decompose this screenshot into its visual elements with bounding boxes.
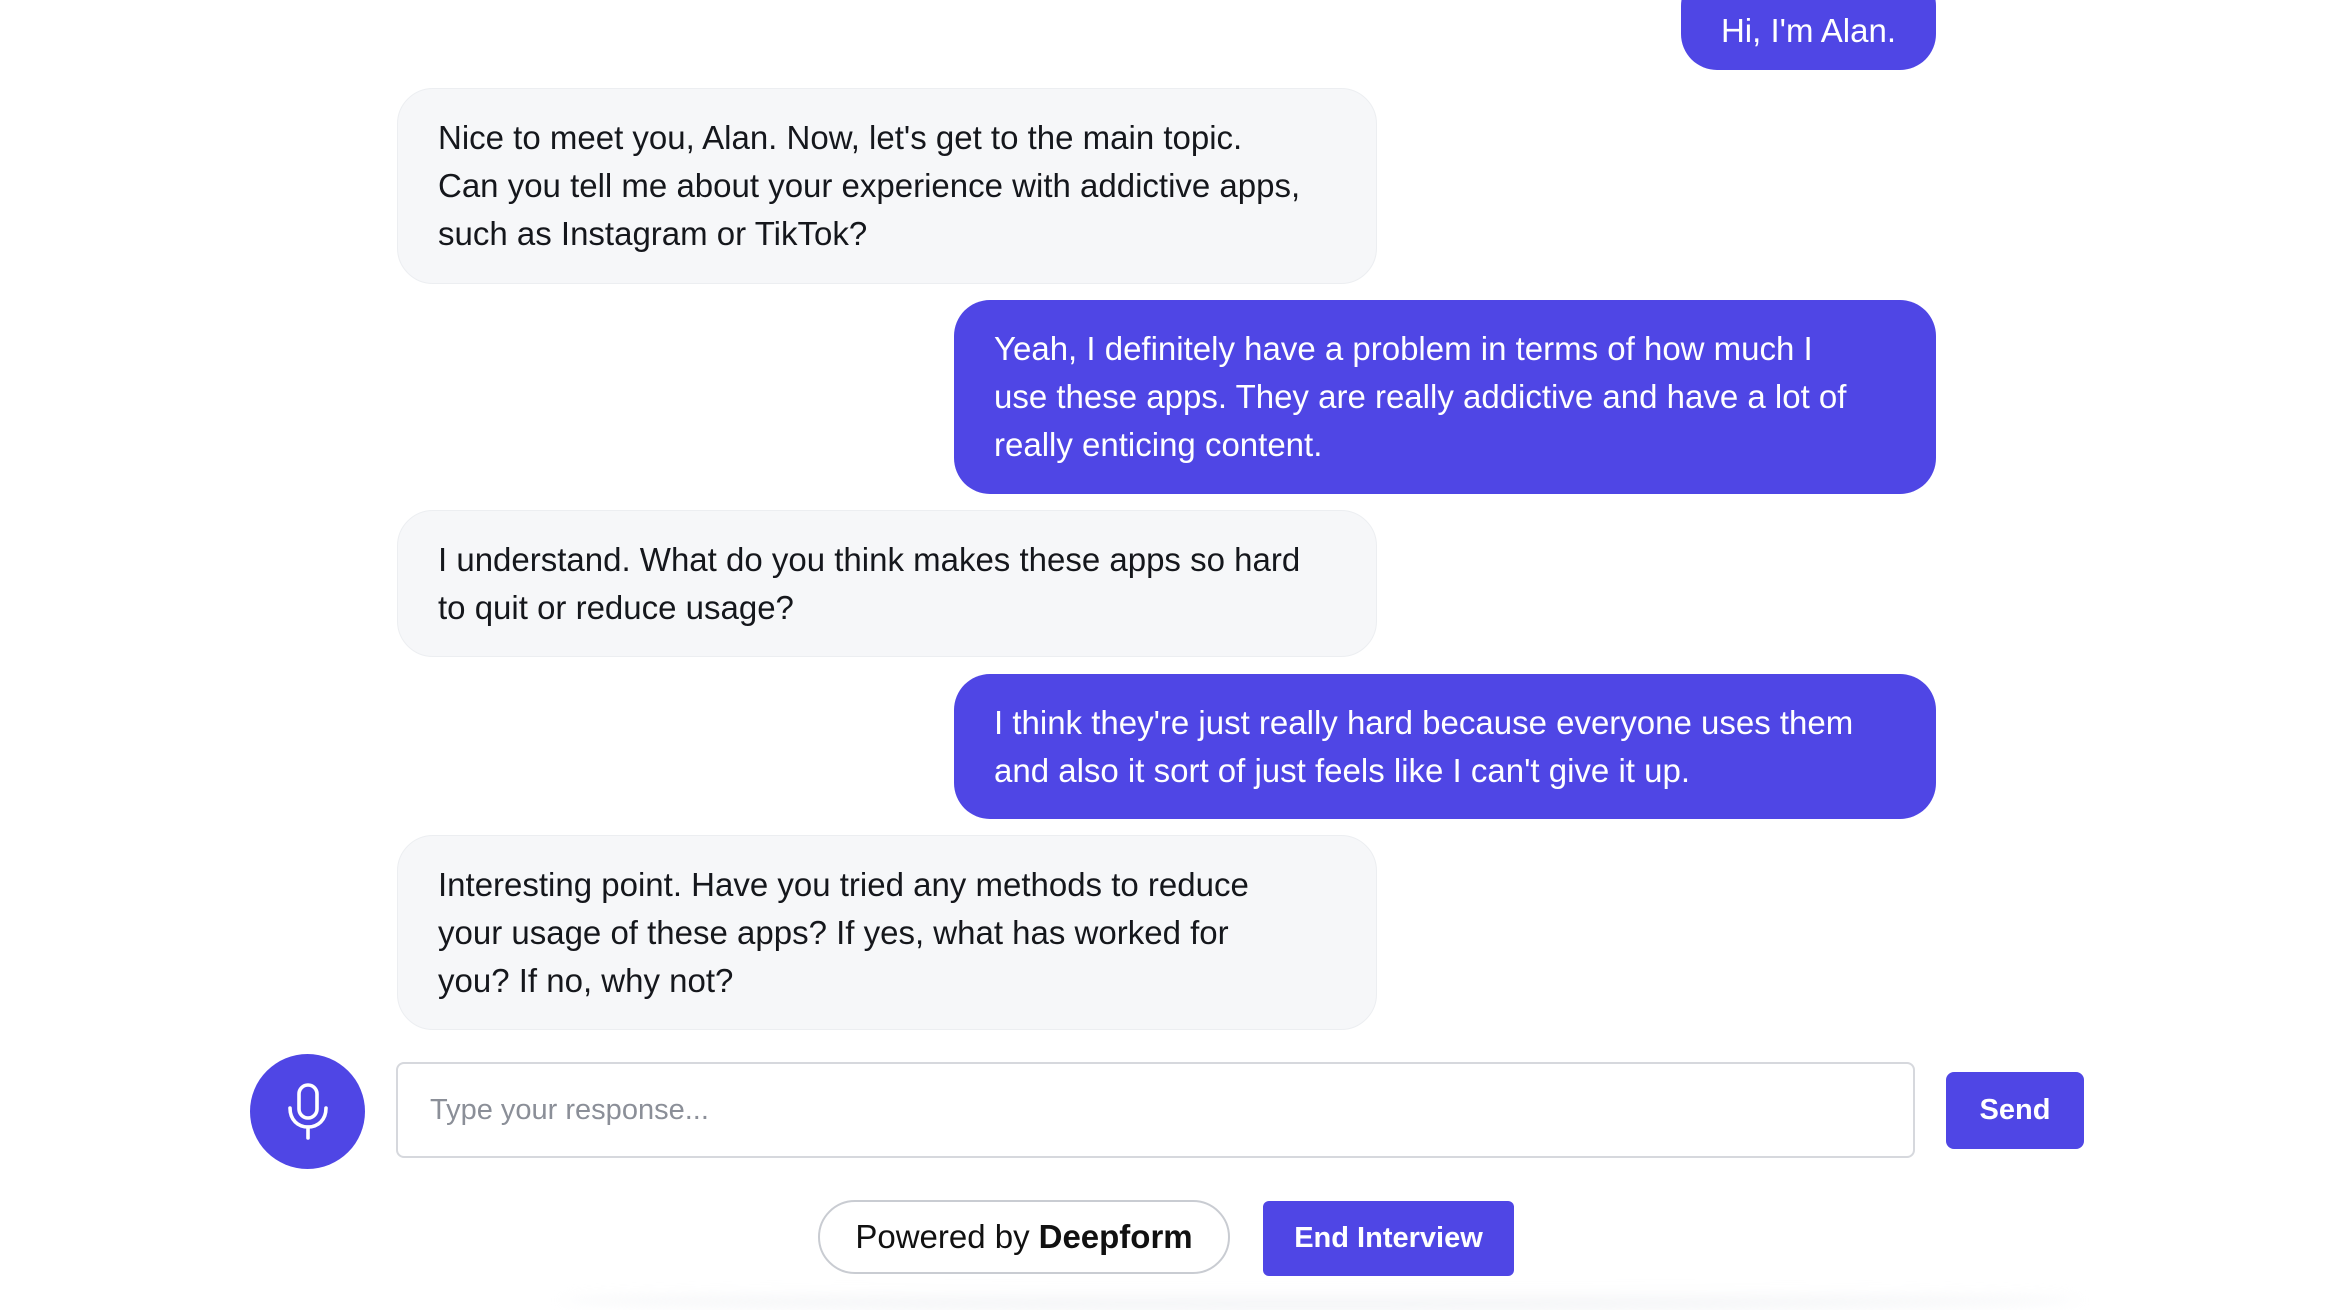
- message-line: Yeah, I definitely have a problem in ter…: [994, 330, 1813, 367]
- message-line: I understand. What do you think makes th…: [438, 540, 1301, 578]
- user-message: I think they're just really hard because…: [954, 674, 1936, 819]
- bot-message: Nice to meet you, Alan. Now, let's get t…: [397, 88, 1377, 284]
- message-line: really enticing content.: [994, 426, 1323, 463]
- message-line: I think they're just really hard because…: [994, 703, 1854, 741]
- bot-message: Interesting point. Have you tried any me…: [397, 835, 1377, 1030]
- message-text: Interesting point. Have you tried any me…: [438, 861, 1249, 1005]
- chat-interview-screen: Hi, I'm Alan. Nice to meet you, Alan. No…: [0, 0, 2328, 1310]
- microphone-button[interactable]: [250, 1054, 365, 1169]
- message-text: Nice to meet you, Alan. Now, let's get t…: [438, 114, 1300, 258]
- powered-by-label: Powered by: [855, 1218, 1030, 1255]
- bot-message: I understand. What do you think makes th…: [397, 510, 1377, 657]
- user-message: Hi, I'm Alan.: [1680, 0, 1936, 70]
- message-line: and also it sort of just feels like I ca…: [994, 751, 1690, 789]
- user-message: Yeah, I definitely have a problem in ter…: [954, 300, 1936, 494]
- message-text: Hi, I'm Alan.: [1720, 12, 1896, 49]
- message-text: I understand. What do you think makes th…: [438, 536, 1300, 632]
- message-text: Yeah, I definitely have a problem in ter…: [994, 325, 1846, 469]
- message-line: use these apps. They are really addictiv…: [994, 378, 1847, 415]
- message-line: Interesting point. Have you tried any me…: [438, 865, 1249, 903]
- message-line: to quit or reduce usage?: [438, 588, 794, 626]
- end-interview-button[interactable]: End Interview: [1263, 1201, 1514, 1276]
- powered-by-badge[interactable]: Powered by Deepform: [818, 1200, 1230, 1274]
- brand-name: Deepform: [1038, 1218, 1193, 1255]
- message-line: such as Instagram or TikTok?: [438, 215, 868, 252]
- message-line: Can you tell me about your experience wi…: [438, 167, 1301, 204]
- message-line: your usage of these apps? If yes, what h…: [438, 913, 1229, 951]
- message-line: Nice to meet you, Alan. Now, let's get t…: [438, 119, 1243, 156]
- message-line: you? If no, why not?: [438, 961, 734, 999]
- response-input[interactable]: [396, 1062, 1915, 1158]
- microphone-icon: [287, 1082, 328, 1140]
- message-text: I think they're just really hard because…: [994, 699, 1853, 795]
- bottom-shadow: [560, 1290, 2080, 1310]
- send-button[interactable]: Send: [1946, 1072, 2084, 1149]
